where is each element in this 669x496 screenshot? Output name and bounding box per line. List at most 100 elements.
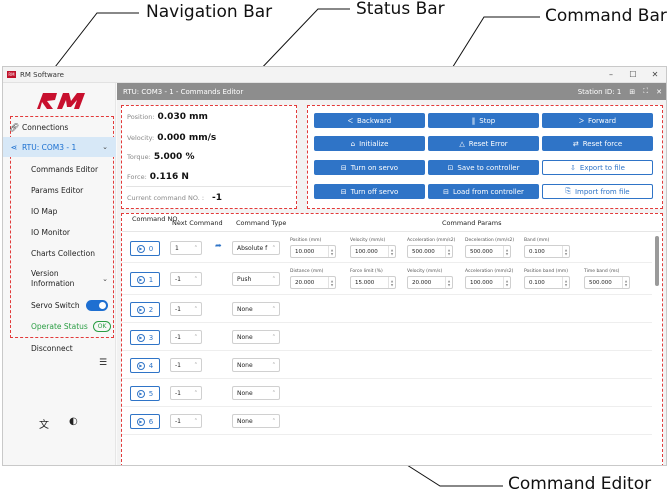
app-window: RM RM Software – ☐ ✕ 🔗︎ Connections ⋖ RT… [2, 66, 667, 466]
sidebar-item-label: IO Monitor [31, 227, 71, 237]
play-icon: ▶ [136, 244, 145, 253]
spinner-icon[interactable]: ▲ ▼ [562, 277, 569, 288]
next-command-select[interactable]: -1 ⌃ [170, 358, 202, 372]
next-command-select[interactable]: -1 ⌃ [170, 302, 202, 316]
spinner-icon[interactable]: ▲ ▼ [622, 277, 629, 288]
import-from-file-button[interactable]: ⎘ Import from file [542, 184, 653, 199]
export-to-file-button[interactable]: ⇩ Export to file [542, 160, 653, 175]
param-input[interactable]: 500.000 ▲ ▼ [407, 245, 453, 258]
close-button[interactable]: ✕ [644, 70, 666, 79]
run-command-button[interactable]: ▶ 5 [130, 386, 160, 401]
stepper-icon: ⌃ [193, 390, 198, 396]
spinner-icon[interactable]: ▲ ▼ [503, 246, 510, 257]
grid-icon[interactable]: ⊞ [629, 88, 635, 96]
play-icon: ▶ [136, 361, 145, 370]
sidebar-item-disconnect[interactable]: Disconnect [3, 338, 116, 358]
param-input[interactable]: 20.000 ▲ ▼ [407, 276, 453, 289]
command-type-value: None [237, 361, 253, 369]
command-type-select[interactable]: None ⌃ [232, 386, 280, 400]
next-command-select[interactable]: -1 ⌃ [170, 414, 202, 428]
backward-button[interactable]: ᐸ Backward [314, 113, 425, 128]
share-icon[interactable]: ➦ [215, 241, 222, 250]
collapse-menu-icon[interactable]: ☰ [99, 358, 107, 368]
param-input[interactable]: 0.100 ▲ ▼ [524, 245, 570, 258]
run-command-button[interactable]: ▶ 3 [130, 330, 160, 345]
stepper-icon: ⌃ [193, 245, 198, 251]
servo-icon: ⊟ [340, 163, 347, 172]
param-input[interactable]: 0.100 ▲ ▼ [524, 276, 570, 289]
run-command-button[interactable]: ▶ 0 [130, 241, 160, 256]
command-type-select[interactable]: None ⌃ [232, 358, 280, 372]
forward-button[interactable]: ᐳ Forward [542, 113, 653, 128]
share-nodes-icon: ⋖ [10, 142, 18, 152]
next-command-select[interactable]: -1 ⌃ [170, 272, 202, 286]
sidebar-item-version-information[interactable]: Version Information ⌄ [3, 266, 116, 292]
header-command-type: Command Type [236, 219, 287, 227]
command-number: 4 [148, 361, 154, 370]
command-type-value: None [237, 389, 253, 397]
maximize-button[interactable]: ☐ [622, 70, 644, 79]
next-command-select[interactable]: -1 ⌃ [170, 386, 202, 400]
next-command-select[interactable]: 1 ⌃ [170, 241, 202, 255]
run-command-button[interactable]: ▶ 2 [130, 302, 160, 317]
turn-off-servo-button[interactable]: ⊟ Turn off servo [314, 184, 425, 199]
next-command-value: -1 [175, 305, 181, 313]
editor-scrollbar[interactable] [655, 236, 659, 286]
translate-icon[interactable]: 文 [39, 416, 49, 431]
sidebar-item-device[interactable]: ⋖ RTU: COM3 - 1 ⌄ [3, 137, 116, 157]
stepper-icon: ⌃ [271, 362, 276, 368]
sidebar-item-commands-editor[interactable]: Commands Editor [3, 159, 116, 179]
play-icon: ▶ [136, 275, 145, 284]
main-area: RTU: COM3 - 1 - Commands Editor Station … [117, 83, 666, 465]
run-command-button[interactable]: ▶ 1 [130, 272, 160, 287]
theme-toggle-icon[interactable]: ◐ [69, 416, 78, 427]
spinner-icon[interactable]: ▲ ▼ [445, 246, 452, 257]
param-input[interactable]: 10.000 ▲ ▼ [290, 245, 336, 258]
param-input[interactable]: 500.000 ▲ ▼ [584, 276, 630, 289]
callout-command-bar: Command Bar [545, 6, 667, 26]
spinner-icon[interactable]: ▲ ▼ [328, 246, 335, 257]
command-type-value: Push [237, 275, 252, 283]
param-input[interactable]: 500.000 ▲ ▼ [465, 245, 511, 258]
chevron-down-icon: ⌄ [102, 275, 108, 283]
spinner-icon[interactable]: ▲ ▼ [388, 277, 395, 288]
initialize-button[interactable]: ⌂ Initialize [314, 136, 425, 151]
save-to-controller-button[interactable]: ⊡ Save to controller [428, 160, 539, 175]
run-command-button[interactable]: ▶ 6 [130, 414, 160, 429]
close-panel-icon[interactable]: ✕ [656, 88, 662, 96]
spinner-icon[interactable]: ▲ ▼ [562, 246, 569, 257]
fullscreen-icon[interactable]: ⛶ [643, 87, 648, 96]
export-icon: ⇩ [570, 163, 576, 172]
reset-error-button[interactable]: △ Reset Error [428, 136, 539, 151]
sidebar-item-label: Charts Collection [31, 248, 95, 258]
reset-icon: ⇄ [572, 139, 579, 148]
command-type-select[interactable]: Absolute f ⌃ [232, 241, 280, 255]
next-command-select[interactable]: -1 ⌃ [170, 330, 202, 344]
stop-button[interactable]: ‖ Stop [428, 113, 539, 128]
sidebar-item-label: Disconnect [31, 343, 73, 353]
param-input[interactable]: 100.000 ▲ ▼ [350, 245, 396, 258]
spinner-icon[interactable]: ▲ ▼ [328, 277, 335, 288]
sidebar-item-io-monitor[interactable]: IO Monitor [3, 222, 116, 242]
command-type-select[interactable]: None ⌃ [232, 330, 280, 344]
load-from-controller-button[interactable]: ⊟ Load from controller [428, 184, 539, 199]
spinner-icon[interactable]: ▲ ▼ [388, 246, 395, 257]
param-input[interactable]: 100.000 ▲ ▼ [465, 276, 511, 289]
sidebar-item-io-map[interactable]: IO Map [3, 201, 116, 221]
reset-force-button[interactable]: ⇄ Reset force [542, 136, 653, 151]
command-type-select[interactable]: None ⌃ [232, 302, 280, 316]
turn-on-servo-button[interactable]: ⊟ Turn on servo [314, 160, 425, 175]
spinner-icon[interactable]: ▲ ▼ [445, 277, 452, 288]
param-input[interactable]: 15.000 ▲ ▼ [350, 276, 396, 289]
minimize-button[interactable]: – [600, 70, 622, 79]
sidebar-item-charts-collection[interactable]: Charts Collection [3, 243, 116, 263]
run-command-button[interactable]: ▶ 4 [130, 358, 160, 373]
command-type-select[interactable]: Push ⌃ [232, 272, 280, 286]
servo-switch-toggle[interactable] [85, 299, 108, 311]
spinner-icon[interactable]: ▲ ▼ [503, 277, 510, 288]
command-type-select[interactable]: None ⌃ [232, 414, 280, 428]
sidebar-item-params-editor[interactable]: Params Editor [3, 180, 116, 200]
param-input[interactable]: 20.000 ▲ ▼ [290, 276, 336, 289]
sidebar-item-connections[interactable]: 🔗︎ Connections [3, 117, 116, 137]
command-type-value: Absolute f [237, 244, 268, 252]
